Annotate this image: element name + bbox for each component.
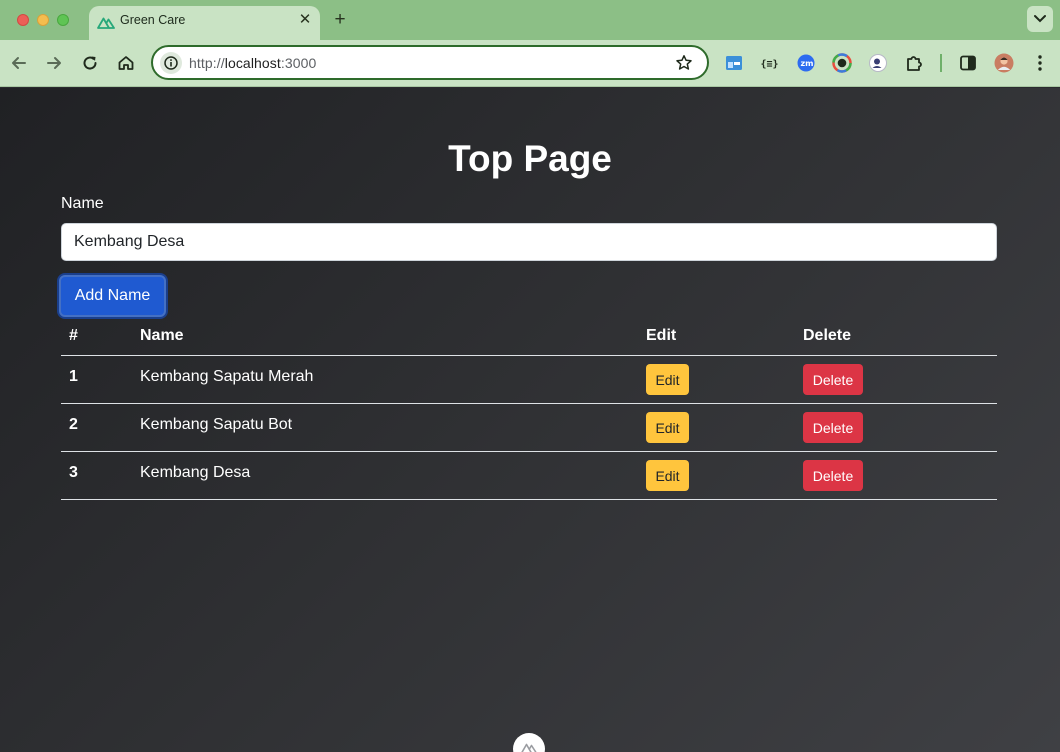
table-header-row: # Name Edit Delete xyxy=(61,320,997,356)
row-number: 3 xyxy=(69,464,78,481)
url-text: http://localhost:3000 xyxy=(189,55,317,71)
minimize-window-button[interactable] xyxy=(37,14,49,26)
reload-button[interactable] xyxy=(79,52,101,74)
avatar[interactable] xyxy=(994,53,1014,73)
maximize-window-button[interactable] xyxy=(57,14,69,26)
table-row: 2 Kembang Sapatu Bot Edit Delete xyxy=(61,404,997,452)
toolbar-divider xyxy=(940,54,942,72)
close-tab-icon[interactable]: ✕ xyxy=(296,11,314,29)
puzzle-icon[interactable] xyxy=(904,53,924,73)
close-window-button[interactable] xyxy=(17,14,29,26)
bookmark-star-icon[interactable] xyxy=(675,54,693,72)
names-table: # Name Edit Delete 1 Kembang Sapatu Mera… xyxy=(61,320,997,500)
header-number: # xyxy=(69,327,78,344)
extension-color-picker-icon[interactable] xyxy=(832,53,852,73)
row-number: 2 xyxy=(69,416,78,433)
home-icon xyxy=(118,56,134,70)
svg-text:{≡}: {≡} xyxy=(761,59,779,70)
new-tab-button[interactable]: + xyxy=(330,9,350,31)
header-name: Name xyxy=(140,327,184,344)
tab-search-button[interactable] xyxy=(1027,6,1053,32)
home-button[interactable] xyxy=(115,52,137,74)
browser-tab[interactable]: Green Care ✕ xyxy=(89,6,320,40)
name-input[interactable] xyxy=(61,223,997,261)
row-name: Kembang Desa xyxy=(140,464,251,481)
side-panel-icon[interactable] xyxy=(958,53,978,73)
nuxt-icon xyxy=(97,14,115,30)
chevron-down-icon xyxy=(1034,15,1046,23)
extension-json-icon[interactable]: {≡} xyxy=(760,53,780,73)
row-number: 1 xyxy=(69,368,78,385)
arrow-left-icon xyxy=(12,57,26,69)
reload-icon xyxy=(83,56,97,70)
arrow-right-icon xyxy=(47,57,61,69)
delete-button[interactable]: Delete xyxy=(803,412,863,443)
svg-text:zm: zm xyxy=(801,59,814,68)
delete-button[interactable]: Delete xyxy=(803,364,863,395)
browser-tab-strip: Green Care ✕ + xyxy=(0,0,1060,40)
edit-button[interactable]: Edit xyxy=(646,412,689,443)
address-bar[interactable]: http://localhost:3000 xyxy=(151,45,709,80)
extension-zoom-icon[interactable]: zm xyxy=(796,53,816,73)
row-name: Kembang Sapatu Merah xyxy=(140,368,314,385)
site-info-icon[interactable] xyxy=(160,52,182,74)
header-delete: Delete xyxy=(803,327,852,344)
edit-button[interactable]: Edit xyxy=(646,364,689,395)
extension-profile-icon[interactable] xyxy=(868,53,888,73)
delete-button[interactable]: Delete xyxy=(803,460,863,491)
row-name: Kembang Sapatu Bot xyxy=(140,416,293,433)
table-row: 3 Kembang Desa Edit Delete xyxy=(61,452,997,500)
forward-button[interactable] xyxy=(43,52,65,74)
tab-title: Green Care xyxy=(120,13,186,27)
extension-window-icon[interactable] xyxy=(724,53,744,73)
table-row: 1 Kembang Sapatu Merah Edit Delete xyxy=(61,356,997,404)
browser-toolbar: http://localhost:3000 {≡} zm xyxy=(0,40,1060,87)
add-name-button[interactable]: Add Name xyxy=(59,275,166,317)
page-content: Top Page Name Add Name # Name Edit Delet… xyxy=(0,88,1060,752)
name-label: Name xyxy=(61,195,104,212)
more-options-icon[interactable] xyxy=(1030,53,1050,73)
back-button[interactable] xyxy=(8,52,30,74)
nuxt-icon xyxy=(521,743,537,752)
nuxt-devtools-button[interactable] xyxy=(513,733,545,752)
header-edit: Edit xyxy=(646,327,677,344)
edit-button[interactable]: Edit xyxy=(646,460,689,491)
page-title: Top Page xyxy=(448,138,612,179)
